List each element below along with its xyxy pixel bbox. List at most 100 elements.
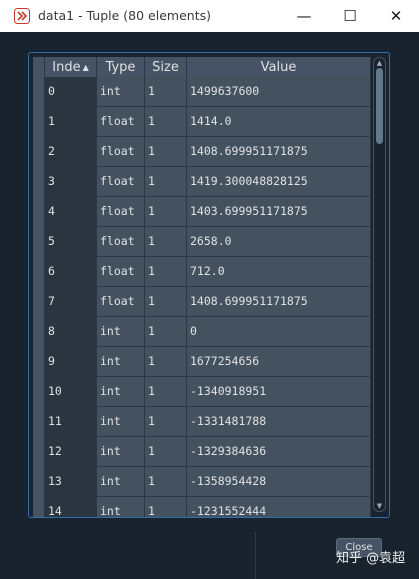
column-header-size[interactable]: Size <box>145 57 187 77</box>
cell-value[interactable]: 1408.699951171875 <box>187 287 371 316</box>
table-row[interactable]: 10 int 1 -1340918951 <box>33 377 371 407</box>
cell-size[interactable]: 1 <box>145 437 187 466</box>
row-header[interactable] <box>33 227 45 257</box>
row-header[interactable] <box>33 197 45 227</box>
table-row[interactable]: 9 int 1 1677254656 <box>33 347 371 377</box>
cell-size[interactable]: 1 <box>145 317 187 346</box>
close-window-button[interactable]: ✕ <box>373 0 419 32</box>
cell-type[interactable]: int <box>97 437 145 466</box>
maximize-button[interactable]: ☐ <box>327 0 373 32</box>
column-header-value[interactable]: Value <box>187 57 371 77</box>
cell-index[interactable]: 8 <box>45 317 97 346</box>
cell-size[interactable]: 1 <box>145 227 187 256</box>
table-row[interactable]: 12 int 1 -1329384636 <box>33 437 371 467</box>
table-row[interactable]: 4 float 1 1403.699951171875 <box>33 197 371 227</box>
cell-value[interactable]: -1331481788 <box>187 407 371 436</box>
vertical-scrollbar[interactable]: ▲ ▼ <box>373 57 386 512</box>
cell-value[interactable]: 1414.0 <box>187 107 371 136</box>
cell-index[interactable]: 13 <box>45 467 97 496</box>
table-row[interactable]: 6 float 1 712.0 <box>33 257 371 287</box>
cell-type[interactable]: float <box>97 167 145 196</box>
cell-type[interactable]: int <box>97 317 145 346</box>
row-header[interactable] <box>33 137 45 167</box>
cell-size[interactable]: 1 <box>145 137 187 166</box>
cell-index[interactable]: 6 <box>45 257 97 286</box>
window-titlebar[interactable]: data1 - Tuple (80 elements) — ☐ ✕ <box>0 0 419 32</box>
cell-type[interactable]: int <box>97 377 145 406</box>
cell-size[interactable]: 1 <box>145 377 187 406</box>
cell-value[interactable]: 1419.300048828125 <box>187 167 371 196</box>
cell-value[interactable]: 1408.699951171875 <box>187 137 371 166</box>
row-header[interactable] <box>33 107 45 137</box>
cell-index[interactable]: 14 <box>45 497 97 517</box>
table-row[interactable]: 11 int 1 -1331481788 <box>33 407 371 437</box>
cell-size[interactable]: 1 <box>145 287 187 316</box>
cell-value[interactable]: -1231552444 <box>187 497 371 517</box>
cell-type[interactable]: float <box>97 287 145 316</box>
row-header[interactable] <box>33 467 45 497</box>
scroll-up-icon[interactable]: ▲ <box>375 59 384 67</box>
cell-index[interactable]: 7 <box>45 287 97 316</box>
row-header[interactable] <box>33 377 45 407</box>
cell-type[interactable]: float <box>97 137 145 166</box>
cell-value[interactable]: 1499637600 <box>187 77 371 106</box>
cell-value[interactable]: -1329384636 <box>187 437 371 466</box>
cell-index[interactable]: 12 <box>45 437 97 466</box>
cell-size[interactable]: 1 <box>145 167 187 196</box>
cell-index[interactable]: 2 <box>45 137 97 166</box>
table-row[interactable]: 3 float 1 1419.300048828125 <box>33 167 371 197</box>
row-header[interactable] <box>33 287 45 317</box>
row-header[interactable] <box>33 497 45 517</box>
cell-value[interactable]: -1358954428 <box>187 467 371 496</box>
cell-index[interactable]: 9 <box>45 347 97 376</box>
row-header[interactable] <box>33 437 45 467</box>
cell-index[interactable]: 5 <box>45 227 97 256</box>
cell-size[interactable]: 1 <box>145 77 187 106</box>
table-row[interactable]: 13 int 1 -1358954428 <box>33 467 371 497</box>
cell-value[interactable]: 1403.699951171875 <box>187 197 371 226</box>
scroll-down-icon[interactable]: ▼ <box>375 502 384 510</box>
cell-value[interactable]: 1677254656 <box>187 347 371 376</box>
cell-type[interactable]: int <box>97 497 145 517</box>
table-row[interactable]: 14 int 1 -1231552444 <box>33 497 371 517</box>
cell-type[interactable]: int <box>97 347 145 376</box>
cell-index[interactable]: 1 <box>45 107 97 136</box>
row-header[interactable] <box>33 167 45 197</box>
table-row[interactable]: 7 float 1 1408.699951171875 <box>33 287 371 317</box>
cell-type[interactable]: int <box>97 77 145 106</box>
table-row[interactable]: 5 float 1 2658.0 <box>33 227 371 257</box>
cell-index[interactable]: 10 <box>45 377 97 406</box>
table-row[interactable]: 2 float 1 1408.699951171875 <box>33 137 371 167</box>
row-header[interactable] <box>33 317 45 347</box>
cell-size[interactable]: 1 <box>145 197 187 226</box>
cell-size[interactable]: 1 <box>145 107 187 136</box>
table-row[interactable]: 8 int 1 0 <box>33 317 371 347</box>
cell-index[interactable]: 0 <box>45 77 97 106</box>
cell-value[interactable]: 2658.0 <box>187 227 371 256</box>
cell-type[interactable]: float <box>97 257 145 286</box>
minimize-button[interactable]: — <box>281 0 327 32</box>
cell-size[interactable]: 1 <box>145 257 187 286</box>
cell-type[interactable]: int <box>97 467 145 496</box>
cell-index[interactable]: 4 <box>45 197 97 226</box>
cell-value[interactable]: 712.0 <box>187 257 371 286</box>
table-row[interactable]: 0 int 1 1499637600 <box>33 77 371 107</box>
row-header[interactable] <box>33 77 45 107</box>
cell-index[interactable]: 11 <box>45 407 97 436</box>
row-header[interactable] <box>33 347 45 377</box>
cell-size[interactable]: 1 <box>145 467 187 496</box>
cell-type[interactable]: float <box>97 227 145 256</box>
cell-value[interactable]: -1340918951 <box>187 377 371 406</box>
cell-index[interactable]: 3 <box>45 167 97 196</box>
row-header[interactable] <box>33 257 45 287</box>
column-header-type[interactable]: Type <box>97 57 145 77</box>
scrollbar-thumb[interactable] <box>376 68 383 144</box>
cell-type[interactable]: float <box>97 197 145 226</box>
cell-size[interactable]: 1 <box>145 497 187 517</box>
cell-size[interactable]: 1 <box>145 407 187 436</box>
cell-value[interactable]: 0 <box>187 317 371 346</box>
column-header-index[interactable]: Inde ▲ <box>45 57 97 77</box>
cell-type[interactable]: int <box>97 407 145 436</box>
row-header[interactable] <box>33 407 45 437</box>
cell-size[interactable]: 1 <box>145 347 187 376</box>
